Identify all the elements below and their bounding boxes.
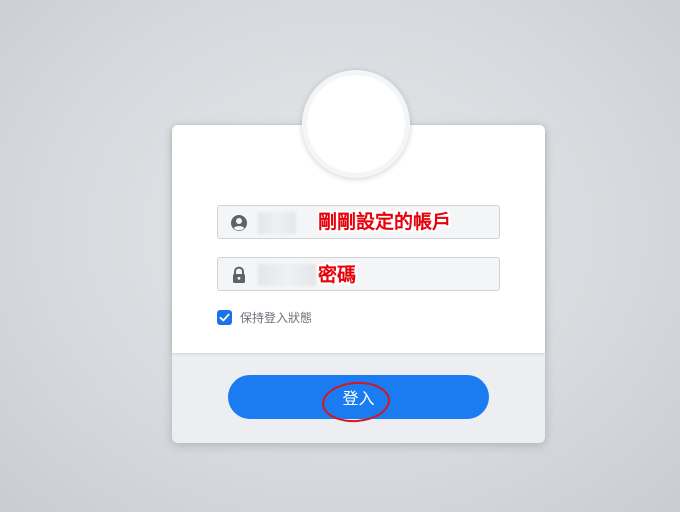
avatar: [302, 70, 410, 178]
remember-me-option[interactable]: 保持登入狀態: [217, 308, 312, 326]
username-field[interactable]: [217, 205, 500, 240]
password-field[interactable]: [217, 257, 500, 292]
username-input[interactable]: [308, 206, 492, 240]
remember-me-label: 保持登入狀態: [240, 310, 313, 325]
login-card: 剛剛設定的帳戶 密碼 保持登入狀態 登入: [172, 70, 545, 443]
username-redacted: [258, 212, 296, 234]
login-button[interactable]: 登入: [228, 375, 489, 419]
checkmark-icon: [219, 313, 230, 321]
password-input[interactable]: [308, 258, 492, 292]
user-circle-icon: [230, 214, 248, 232]
lock-icon: [230, 266, 248, 284]
remember-me-checkbox[interactable]: [217, 309, 232, 325]
login-button-label: 登入: [342, 389, 375, 408]
